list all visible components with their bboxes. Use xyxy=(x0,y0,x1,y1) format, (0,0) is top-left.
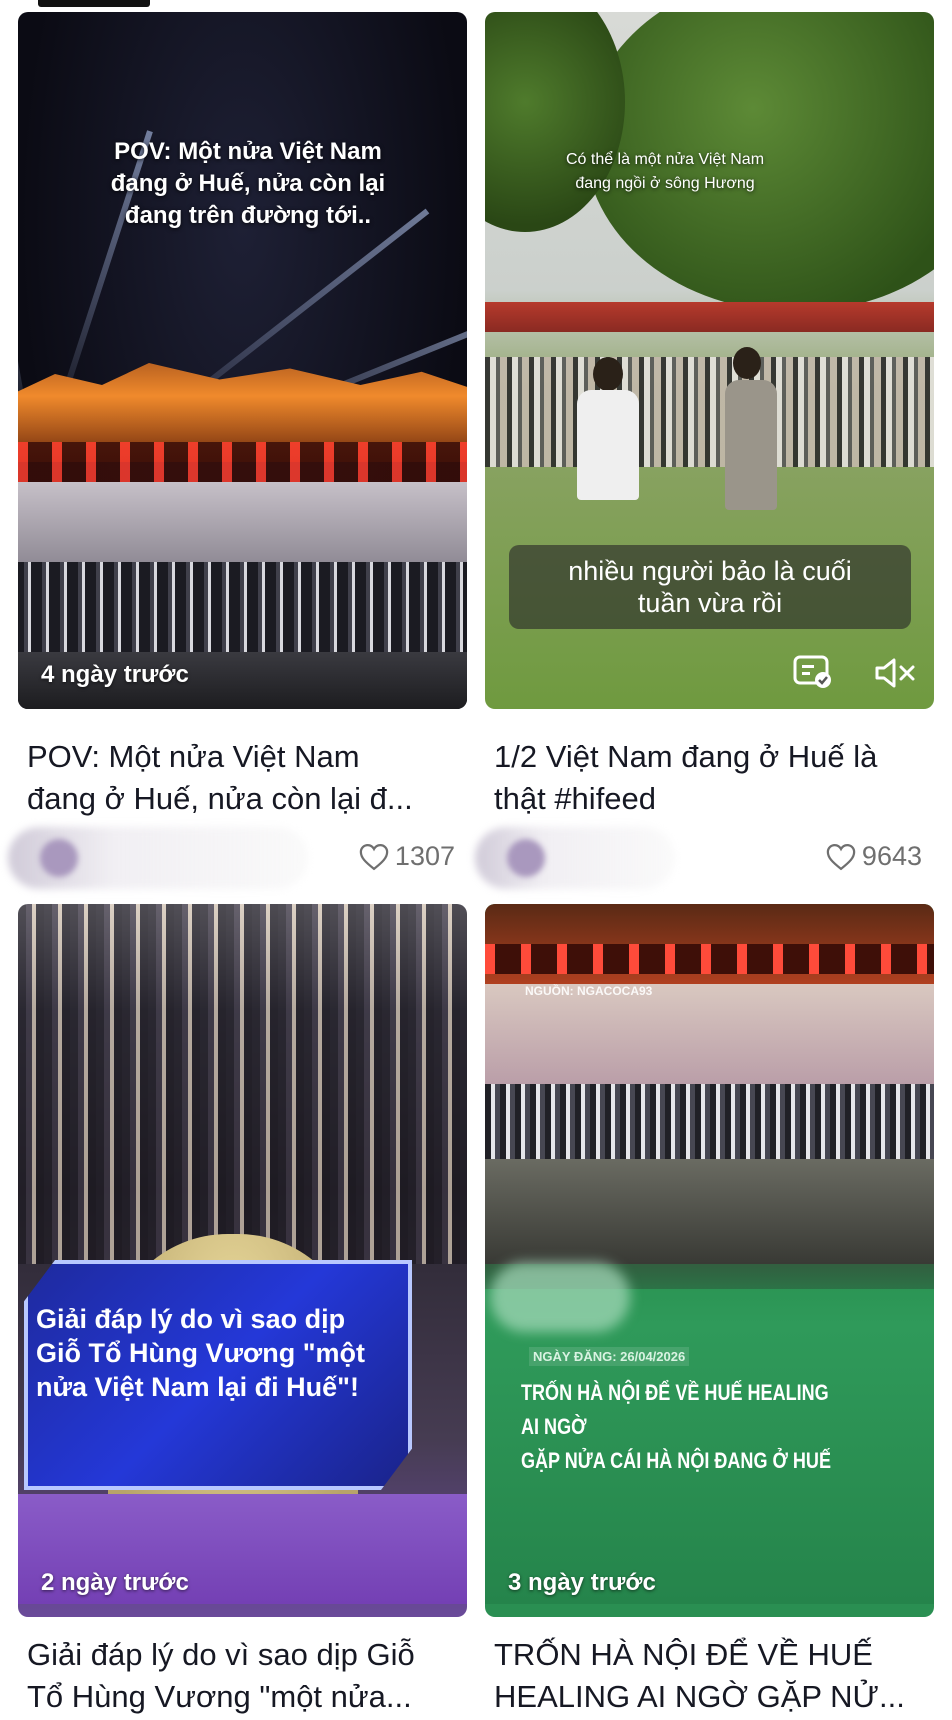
video-title[interactable]: Giải đáp lý do vì sao dịp Giỗ Tổ Hùng Vư… xyxy=(27,1634,467,1718)
post-time: 4 ngày trước xyxy=(41,661,189,688)
video-thumbnail[interactable]: NGUỒN: NGACOCA93 NGÀY ĐĂNG: 26/04/2026 T… xyxy=(485,904,934,1617)
heart-icon xyxy=(826,843,856,870)
card-meta: 9643 xyxy=(475,827,934,889)
date-tag: NGÀY ĐĂNG: 26/04/2026 xyxy=(529,1347,690,1366)
video-overlay-text: Có thể là một nửa Việt Nam đang ngồi ở s… xyxy=(565,151,765,192)
avatar[interactable] xyxy=(507,839,545,877)
author-blurred[interactable] xyxy=(475,827,675,889)
like-count[interactable]: 1307 xyxy=(359,841,455,872)
mute-icon[interactable] xyxy=(873,656,917,695)
video-thumbnail[interactable]: POV: Một nửa Việt Nam đang ở Huế, nửa cò… xyxy=(18,12,467,709)
like-count[interactable]: 9643 xyxy=(826,841,922,872)
video-headline: TRỐN HÀ NỘI ĐỂ VỀ HUẾ HEALING AI NGỜ GẶP… xyxy=(521,1380,831,1473)
heart-icon xyxy=(359,843,389,870)
card-meta: 1307 xyxy=(8,827,467,889)
video-title[interactable]: TRỐN HÀ NỘI ĐỂ VỀ HUẾ HEALING AI NGỜ GẶP… xyxy=(494,1634,934,1718)
post-time: 3 ngày trước xyxy=(508,1569,656,1596)
video-thumbnail[interactable]: Có thể là một nửa Việt Nam đang ngồi ở s… xyxy=(485,12,934,709)
video-overlay-text: POV: Một nửa Việt Nam đang ở Huế, nửa cò… xyxy=(110,138,386,229)
source-label: NGUỒN: NGACOCA93 xyxy=(525,984,653,998)
captions-icon[interactable] xyxy=(793,654,833,695)
avatar[interactable] xyxy=(40,839,78,877)
video-title[interactable]: POV: Một nửa Việt Nam đang ở Huế, nửa cò… xyxy=(27,736,467,820)
blurred-logo xyxy=(490,1262,630,1332)
video-title[interactable]: 1/2 Việt Nam đang ở Huế là thật #hifeed xyxy=(494,736,934,820)
panel-text: Giải đáp lý do vì sao dịp Giỗ Tổ Hùng Vư… xyxy=(36,1304,365,1402)
status-indicator xyxy=(38,0,150,7)
post-time: 2 ngày trước xyxy=(41,1569,189,1596)
video-thumbnail[interactable]: Giải đáp lý do vì sao dịp Giỗ Tổ Hùng Vư… xyxy=(18,904,467,1617)
video-caption: nhiều người bảo là cuối tuần vừa rồi xyxy=(509,545,911,629)
